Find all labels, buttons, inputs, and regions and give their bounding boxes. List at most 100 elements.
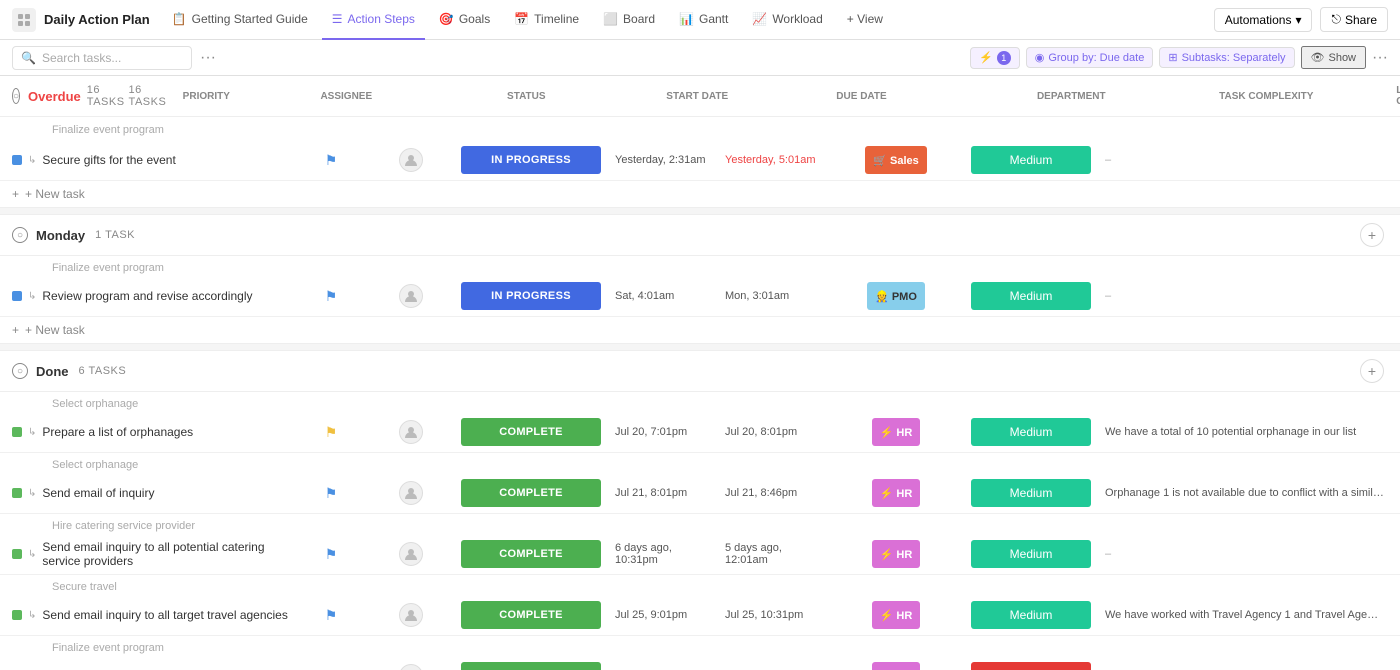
tab-board[interactable]: ⬜ Board xyxy=(593,0,665,40)
subtask-icon: ↳ xyxy=(28,427,36,438)
tab-timeline[interactable]: 📅 Timeline xyxy=(504,0,589,40)
group-by-button[interactable]: ◉ Group by: Due date xyxy=(1026,47,1154,68)
task-color-dot-blue xyxy=(12,291,22,301)
task-row-done-2[interactable]: ↳ Send email of inquiry ⚑ COMPLETE J xyxy=(0,473,1400,513)
tab-gantt[interactable]: 📊 Gantt xyxy=(669,0,738,40)
task-group-monday-1: Finalize event program ↳ Review program … xyxy=(0,256,1400,317)
add-col-monday[interactable]: + xyxy=(1360,223,1384,247)
board-icon: ⬜ xyxy=(603,12,618,26)
tab-workload[interactable]: 📈 Workload xyxy=(742,0,832,40)
tab-goals[interactable]: 🎯 Goals xyxy=(429,0,500,40)
subtask-icon: ↳ xyxy=(28,610,36,621)
workload-icon: 📈 xyxy=(752,12,767,26)
section-done-header: ○ Done 6 TASKS + xyxy=(0,351,1400,392)
tab-action-steps[interactable]: ☰ Action Steps xyxy=(322,0,425,40)
add-task-overdue[interactable]: + + New task xyxy=(0,181,1400,207)
task-row-done-5[interactable]: ↳ Create initial program draft ⚑ COMPLET… xyxy=(0,656,1400,670)
action-steps-icon: ☰ xyxy=(332,12,343,26)
col-start: START DATE xyxy=(666,91,776,102)
task-parent-row-overdue-1: Finalize event program xyxy=(0,117,1400,140)
group-icon: ◉ xyxy=(1035,51,1045,64)
overdue-title: Overdue xyxy=(28,89,81,104)
automations-button[interactable]: Automations ▾ xyxy=(1214,8,1313,32)
toolbar: 🔍 Search tasks... ··· ⚡ 1 ◉ Group by: Du… xyxy=(0,40,1400,76)
monday-toggle[interactable]: ○ xyxy=(12,227,28,243)
getting-started-icon: 📋 xyxy=(172,12,187,26)
project-name: Daily Action Plan xyxy=(44,12,150,27)
priority-flag-blue-3: ⚑ xyxy=(325,485,338,502)
task-group-overdue-1: Finalize event program ↳ Secure gifts fo… xyxy=(0,117,1400,181)
share-button[interactable]: ⎋ Share xyxy=(1320,7,1388,32)
toolbar-right: ⚡ 1 ◉ Group by: Due date ⊞ Subtasks: Sep… xyxy=(970,46,1388,69)
task-parent-label: Select orphanage xyxy=(32,459,138,471)
complexity-badge-high: High xyxy=(971,662,1091,670)
subtasks-button[interactable]: ⊞ Subtasks: Separately xyxy=(1159,47,1294,68)
subtask-icon: ↳ xyxy=(28,488,36,499)
col-comment: LATEST COMMENT xyxy=(1396,85,1400,107)
top-nav: Daily Action Plan 📋 Getting Started Guid… xyxy=(0,0,1400,40)
add-task-plus-icon: + xyxy=(12,187,19,201)
complexity-badge-medium-5: Medium xyxy=(971,540,1091,568)
assignee-avatar xyxy=(399,148,423,172)
filter-icon: ⚡ xyxy=(979,51,993,64)
task-color-dot xyxy=(12,155,22,165)
priority-flag-blue-5: ⚑ xyxy=(325,607,338,624)
task-row-overdue-1[interactable]: ↳ Secure gifts for the event ⚑ IN PROGRE… xyxy=(0,140,1400,180)
add-task-monday[interactable]: + + New task xyxy=(0,317,1400,343)
section-overdue: ○ Overdue 16 TASKS 16 TASKS PRIORITY ASS… xyxy=(0,76,1400,207)
complexity-badge-medium-6: Medium xyxy=(971,601,1091,629)
eye-icon: 👁 xyxy=(1311,51,1325,64)
task-group-done-4: Secure travel ↳ Send email inquiry to al… xyxy=(0,575,1400,636)
assignee-avatar-3 xyxy=(399,420,423,444)
task-color-dot-green-2 xyxy=(12,488,22,498)
toolbar-extra-dots[interactable]: ··· xyxy=(1372,49,1388,67)
filter-button[interactable]: ⚡ 1 xyxy=(970,47,1020,69)
priority-flag-yellow: ⚑ xyxy=(325,424,338,441)
search-box[interactable]: 🔍 Search tasks... xyxy=(12,46,192,70)
col-complexity: TASK COMPLEXITY xyxy=(1196,91,1336,102)
status-badge-complete-5: COMPLETE xyxy=(461,662,601,670)
gantt-icon: 📊 xyxy=(679,12,694,26)
add-task-plus-icon-2: + xyxy=(12,323,19,337)
col-status: STATUS xyxy=(446,91,606,102)
project-icon xyxy=(12,8,36,32)
task-parent-row-done-2: Select orphanage xyxy=(0,453,1400,473)
task-row-done-4[interactable]: ↳ Send email inquiry to all target trave… xyxy=(0,595,1400,635)
tab-add-view[interactable]: + View xyxy=(837,0,893,40)
task-row-done-1[interactable]: ↳ Prepare a list of orphanages ⚑ COMPLET… xyxy=(0,412,1400,452)
assignee-avatar-6 xyxy=(399,603,423,627)
show-button[interactable]: 👁 Show xyxy=(1301,46,1367,69)
tab-getting-started[interactable]: 📋 Getting Started Guide xyxy=(162,0,318,40)
task-name: Review program and revise accordingly xyxy=(42,289,252,303)
section-monday: ○ Monday 1 TASK + Finalize event program… xyxy=(0,215,1400,343)
task-color-dot-green-3 xyxy=(12,549,22,559)
task-row-monday-1[interactable]: ↳ Review program and revise accordingly … xyxy=(0,276,1400,316)
section-done: ○ Done 6 TASKS + Select orphanage ↳ Pr xyxy=(0,351,1400,670)
task-parent-label: Hire catering service provider xyxy=(32,520,195,532)
task-color-dot-green xyxy=(12,427,22,437)
task-name: Send email inquiry to all target travel … xyxy=(42,608,287,622)
task-parent-label: Select orphanage xyxy=(32,398,138,410)
dept-badge-sales: 🛒 Sales xyxy=(865,146,927,174)
col-dept: DEPARTMENT xyxy=(1006,91,1136,102)
dept-badge-hr-4: ⚡ HR xyxy=(872,601,921,629)
overdue-toggle[interactable]: ○ xyxy=(12,88,20,104)
add-col-done[interactable]: + xyxy=(1360,359,1384,383)
app-container: Daily Action Plan 📋 Getting Started Guid… xyxy=(0,0,1400,670)
toolbar-more-icon[interactable]: ··· xyxy=(200,49,216,67)
assignee-avatar-5 xyxy=(399,542,423,566)
status-badge-complete-3: COMPLETE xyxy=(461,540,601,568)
timeline-icon: 📅 xyxy=(514,12,529,26)
task-name: Prepare a list of orphanages xyxy=(42,425,193,439)
col-due: DUE DATE xyxy=(836,91,946,102)
dept-badge-hr-5: ⚡ HR xyxy=(872,662,921,670)
nav-right: Automations ▾ ⎋ Share xyxy=(1214,7,1388,32)
overdue-count: 16 TASKS xyxy=(87,84,125,108)
priority-flag-blue: ⚑ xyxy=(325,152,338,169)
task-parent-label: Finalize event program xyxy=(32,642,164,654)
done-count: 6 TASKS xyxy=(79,365,127,377)
done-toggle[interactable]: ○ xyxy=(12,363,28,379)
subtask-icon: ↳ xyxy=(28,291,36,302)
task-parent-row-done-1: Select orphanage xyxy=(0,392,1400,412)
task-row-done-3[interactable]: ↳ Send email inquiry to all potential ca… xyxy=(0,534,1400,574)
